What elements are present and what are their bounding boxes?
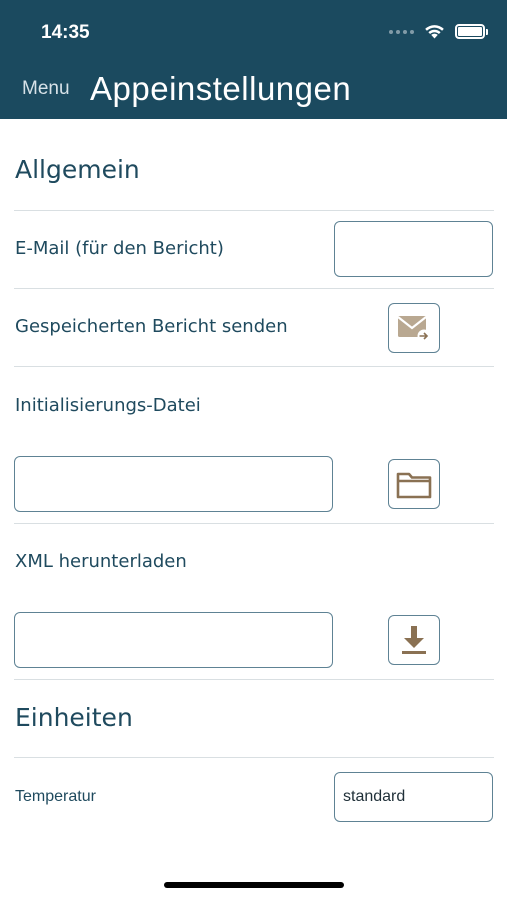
- divider: [14, 523, 494, 524]
- divider: [14, 679, 494, 680]
- mail-forward-icon: [397, 316, 431, 343]
- section-title-units: Einheiten: [15, 703, 133, 732]
- xml-download-button[interactable]: [388, 615, 440, 665]
- xml-download-label: XML herunterladen: [15, 551, 187, 572]
- status-time: 14:35: [41, 22, 90, 43]
- init-file-input[interactable]: [14, 456, 333, 512]
- xml-url-input[interactable]: [14, 612, 333, 668]
- email-input[interactable]: [334, 221, 493, 277]
- status-indicators: [389, 24, 488, 39]
- send-report-button[interactable]: [388, 303, 440, 353]
- menu-button[interactable]: Menu: [22, 78, 70, 100]
- divider: [14, 288, 494, 289]
- temperature-input[interactable]: [334, 772, 493, 822]
- folder-icon: [396, 472, 432, 499]
- divider: [14, 366, 494, 367]
- battery-icon: [455, 24, 488, 39]
- download-icon: [402, 626, 426, 654]
- divider: [14, 757, 494, 758]
- home-indicator[interactable]: [164, 882, 344, 888]
- init-file-label: Initialisierungs-Datei: [15, 395, 201, 416]
- page-title: Appeinstellungen: [90, 70, 352, 107]
- signal-icon: [389, 29, 414, 34]
- navigation-header: 14:35 Menu Appeinstellungen: [0, 0, 507, 119]
- wifi-icon: [425, 25, 444, 39]
- init-file-browse-button[interactable]: [388, 459, 440, 509]
- send-report-label: Gespeicherten Bericht senden: [15, 316, 288, 337]
- temperature-label: Temperatur: [15, 788, 96, 805]
- divider: [14, 210, 494, 211]
- section-title-general: Allgemein: [15, 155, 140, 184]
- email-label: E-Mail (für den Bericht): [15, 238, 224, 259]
